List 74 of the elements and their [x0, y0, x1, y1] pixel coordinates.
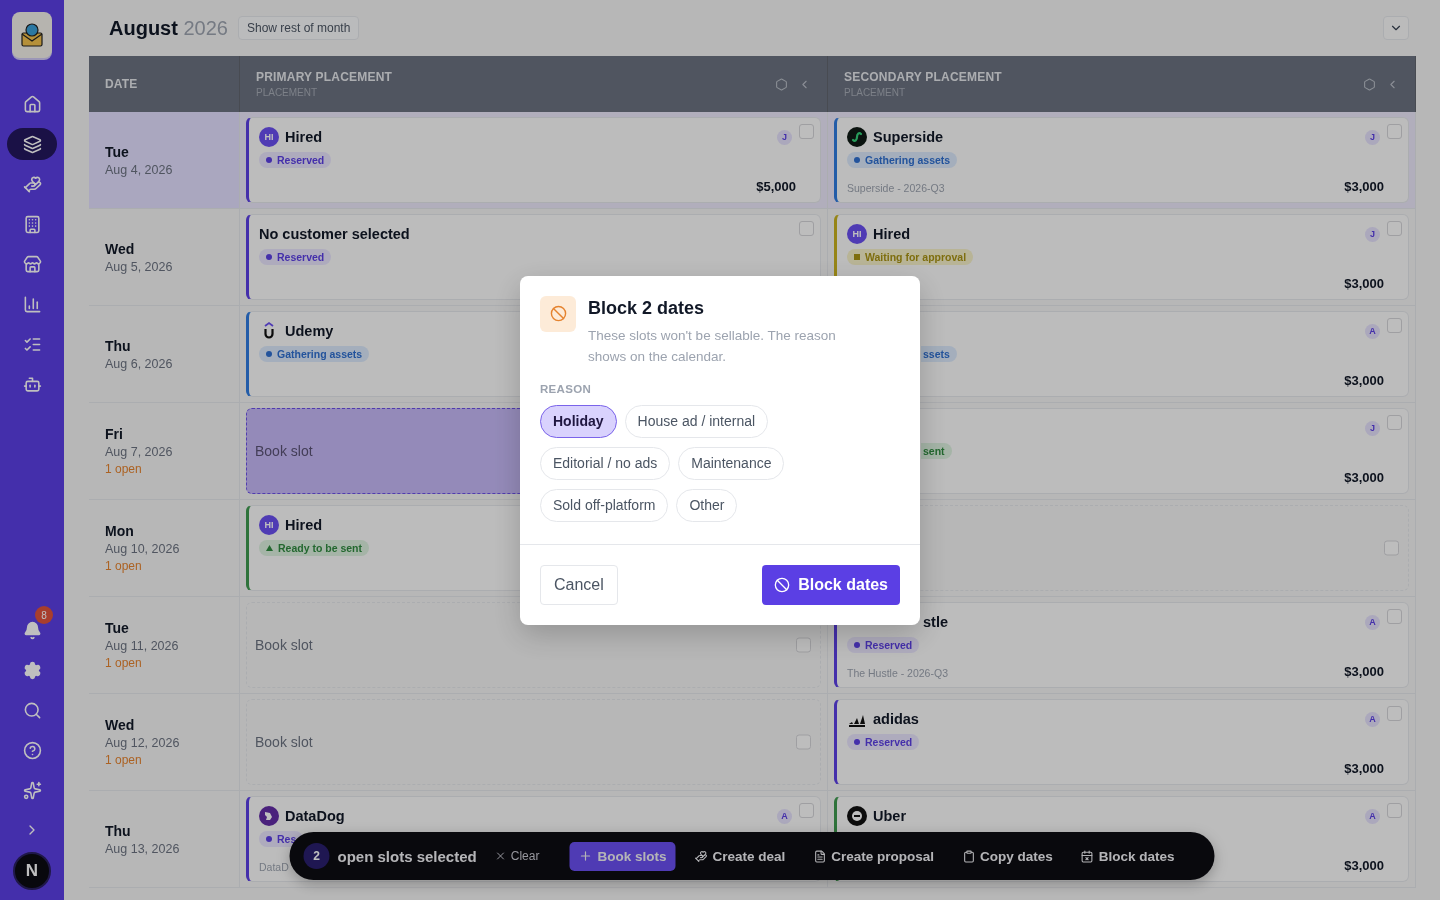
weekday-text: Wed [105, 717, 136, 733]
status-tag: Reserved [259, 152, 332, 168]
assignee-avatar: J [777, 129, 792, 145]
assignee-avatar: J [1365, 420, 1380, 436]
status-tag: Reserved [259, 249, 332, 265]
open-count: 1 open [105, 753, 143, 767]
company-name: Uber [873, 808, 907, 824]
campaign-text: The Hustle - 2026-Q3 [847, 667, 948, 679]
amount-text: $3,000 [1344, 858, 1384, 873]
company-name: DataDog [285, 808, 345, 824]
date-text: Aug 6, 2026 [105, 356, 174, 371]
amount-text: $5,000 [756, 179, 796, 194]
date-text: Aug 12, 2026 [105, 736, 181, 750]
weekday-text: Mon [105, 523, 135, 539]
amount-text: $3,000 [1344, 373, 1384, 388]
open-count: 1 open [105, 656, 143, 670]
company-name: adidas [873, 711, 919, 727]
status-tag: Reserved [847, 734, 920, 750]
date-text: Aug 4, 2026 [105, 162, 174, 177]
company-name: Superside [873, 129, 944, 145]
dialog-title: Block 2 dates [588, 297, 706, 319]
campaign-text: Superside - 2026-Q3 [847, 182, 945, 194]
amount-text: $3,000 [1344, 470, 1384, 485]
weekday-text: Tue [105, 620, 130, 636]
open-count: 1 open [105, 462, 143, 476]
assignee-avatar: A [1365, 614, 1380, 630]
campaign-text: DataD [259, 861, 289, 873]
column-title: DATE [105, 77, 139, 91]
selection-label: open slots selected [337, 847, 477, 865]
assignee-avatar: A [777, 808, 792, 824]
company-name: No customer selected [259, 226, 410, 242]
month-title: August 2026 [109, 16, 228, 40]
amount-text: $3,000 [1344, 664, 1384, 679]
weekday-text: Fri [105, 426, 124, 442]
notification-badge: 8 [35, 606, 53, 624]
company-logo: HI [259, 515, 279, 535]
assignee-avatar: A [1365, 808, 1380, 824]
weekday-text: Thu [105, 822, 132, 839]
company-logo: HI [259, 127, 279, 147]
status-tag: Res [259, 831, 304, 847]
assignee-avatar: A [1365, 323, 1380, 339]
date-text: Aug 7, 2026 [105, 445, 174, 459]
amount-text: $3,000 [1344, 761, 1384, 776]
reason-label: REASON [539, 381, 592, 395]
company-name: Hired [285, 517, 323, 533]
amount-text: $3,000 [1344, 179, 1384, 194]
column-title: PRIMARY PLACEMENT [256, 70, 394, 84]
date-text: Aug 13, 2026 [105, 841, 181, 856]
status-tag: Ready to be sent [259, 540, 370, 556]
company-name: Udemy [285, 323, 334, 339]
company-name: Hired [285, 129, 323, 145]
date-text: Aug 11, 2026 [105, 639, 180, 653]
weekday-text: Tue [105, 143, 130, 160]
company-logo: HI [847, 224, 867, 244]
assignee-avatar: J [1365, 129, 1380, 145]
column-title: SECONDARY PLACEMENT [844, 70, 1003, 84]
assignee-avatar: A [1365, 711, 1380, 727]
assignee-avatar: J [1365, 226, 1380, 242]
amount-text: $3,000 [1344, 276, 1384, 291]
weekday-text: Thu [105, 337, 132, 354]
dialog-description: These slots won't be sellable. The reason shows on the calendar. [588, 326, 837, 366]
status-tag: Waiting for approval [847, 249, 974, 265]
weekday-text: Wed [105, 240, 136, 257]
count-badge: 2 [303, 843, 330, 869]
open-count: 1 open [105, 559, 143, 573]
company-name: stle [923, 614, 948, 630]
status-tag: ssets [921, 346, 957, 362]
status-tag: Reserved [847, 637, 920, 653]
date-text: Aug 5, 2026 [105, 259, 174, 274]
date-text: Aug 10, 2026 [105, 542, 181, 556]
company-name: Hired [873, 226, 911, 242]
status-tag: Gathering assets [847, 152, 958, 168]
status-tag: sent [921, 443, 952, 459]
status-tag: Gathering assets [259, 346, 370, 362]
